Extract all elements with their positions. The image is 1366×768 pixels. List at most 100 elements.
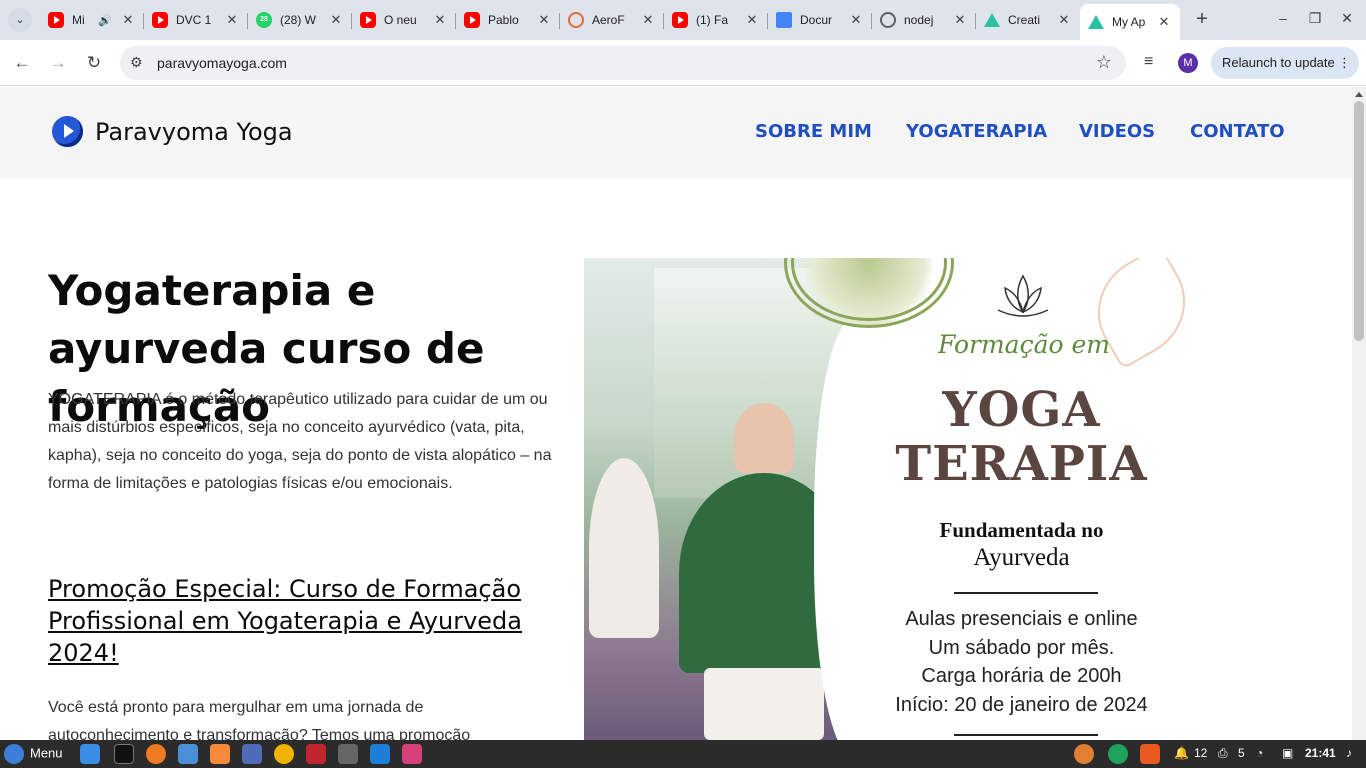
promo-link[interactable]: Promoção Especial: Curso de Formação Pro… (48, 573, 548, 669)
volume-icon[interactable]: ♪ (1346, 746, 1352, 760)
maximize-icon[interactable]: ❐ (1305, 10, 1325, 27)
scrollbar-thumb[interactable] (1354, 101, 1364, 341)
close-tab-icon[interactable]: ✕ (952, 12, 968, 28)
yoga-class-photo (584, 258, 904, 740)
tab-title: Mi (72, 13, 85, 27)
photo-person-head (734, 403, 794, 473)
poster-line: Carga horária de 200h (921, 665, 1122, 687)
wifi-icon[interactable]: ◔ (1256, 746, 1263, 760)
security-tray-icon[interactable] (1140, 744, 1160, 764)
close-tab-icon[interactable]: ✕ (536, 12, 552, 28)
photo-person-pants (704, 668, 824, 740)
image-viewer-icon[interactable] (402, 744, 422, 764)
site-brand[interactable]: Paravyoma Yoga (95, 118, 293, 146)
relaunch-label: Relaunch to update (1222, 55, 1335, 70)
close-window-icon[interactable]: ✕ (1337, 10, 1357, 27)
browser-tab[interactable]: O neu ✕ (352, 6, 456, 34)
scroll-up-arrow-icon[interactable] (1355, 92, 1363, 97)
page-scrollbar[interactable] (1352, 87, 1366, 740)
youtube-icon (48, 12, 64, 28)
bluetooth-icon[interactable] (1108, 744, 1128, 764)
tab-strip: ⌄ Mi 🔊 ✕ DVC 1 ✕ 28 (28) W ✕ O neu ✕ Pab… (0, 0, 1366, 40)
tab-title: Creati (1008, 13, 1041, 27)
address-bar[interactable]: ⚙ paravyomayoga.com ☆ (120, 46, 1126, 80)
printer-icon[interactable]: ⎙ (1218, 746, 1228, 761)
site-header: Paravyoma Yoga SOBRE MIM YOGATERAPIA VID… (0, 87, 1352, 178)
clipboard-icon[interactable]: ▣ (1282, 746, 1293, 760)
youtube-icon (152, 12, 168, 28)
show-desktop-icon[interactable] (80, 744, 100, 764)
profile-avatar[interactable]: M (1178, 53, 1198, 73)
new-tab-button[interactable]: + (1190, 8, 1214, 32)
browser-tab[interactable]: 28 (28) W ✕ (248, 6, 352, 34)
photo-person-left (589, 458, 659, 638)
close-tab-icon[interactable]: ✕ (744, 12, 760, 28)
filezilla-icon[interactable] (306, 744, 326, 764)
update-tray-icon[interactable] (1074, 744, 1094, 764)
close-tab-icon[interactable]: ✕ (432, 12, 448, 28)
nav-sobre-mim[interactable]: SOBRE MIM (755, 121, 872, 142)
browser-tab[interactable]: (1) Fa ✕ (664, 6, 768, 34)
poster-yoga: YOGA (942, 382, 1101, 438)
menu-label: Menu (30, 745, 63, 761)
audio-icon[interactable]: 🔊 (98, 14, 112, 27)
clock[interactable]: 21:41 (1305, 746, 1336, 760)
media-control-icon[interactable]: ≡ (1144, 53, 1153, 71)
site-info-icon[interactable]: ⚙ (130, 54, 143, 71)
tab-title: Docur (800, 13, 833, 27)
browser-tab[interactable]: Docur ✕ (768, 6, 872, 34)
close-tab-icon[interactable]: ✕ (848, 12, 864, 28)
chrome-icon[interactable] (274, 744, 294, 764)
relaunch-button[interactable]: Relaunch to update ⋮ (1211, 47, 1359, 79)
tab-title: My Ap (1112, 15, 1146, 29)
browser-tab[interactable]: Creati ✕ (976, 6, 1080, 34)
youtube-icon (464, 12, 480, 28)
browser-tab[interactable]: Mi 🔊 ✕ (40, 6, 144, 34)
forward-icon[interactable]: → (46, 51, 70, 75)
close-tab-icon[interactable]: ✕ (328, 12, 344, 28)
close-tab-icon[interactable]: ✕ (224, 12, 240, 28)
fedora-icon (4, 744, 24, 764)
close-tab-icon[interactable]: ✕ (640, 12, 656, 28)
browser-tab[interactable]: AeroF ✕ (560, 6, 664, 34)
app-launcher-icon[interactable] (210, 744, 230, 764)
browser-tab-active[interactable]: My Ap ✕ (1080, 4, 1180, 40)
youtube-icon (672, 12, 688, 28)
nav-videos[interactable]: VIDEOS (1079, 121, 1155, 142)
browser-tab[interactable]: Pablo ✕ (456, 6, 560, 34)
poster-formacao: Formação em (938, 330, 1110, 359)
whatsapp-icon: 28 (256, 12, 272, 28)
aero-icon (568, 12, 584, 28)
browser-tab[interactable]: nodej ✕ (872, 6, 976, 34)
mail-icon[interactable] (242, 744, 262, 764)
poster-divider (954, 734, 1098, 736)
poster-line: Início: 20 de janeiro de 2024 (895, 694, 1148, 716)
docs-icon (776, 12, 792, 28)
nav-contato[interactable]: CONTATO (1190, 121, 1285, 142)
close-tab-icon[interactable]: ✕ (1156, 14, 1172, 30)
hero-description: YOGATERAPIA é o método terapêutico utili… (48, 391, 552, 492)
close-tab-icon[interactable]: ✕ (1056, 12, 1072, 28)
start-menu-button[interactable]: Menu (4, 744, 63, 764)
tab-title: (1) Fa (696, 13, 729, 27)
play-logo-icon[interactable] (52, 116, 83, 147)
workspace-icon[interactable] (178, 744, 198, 764)
os-taskbar: Menu 🔔 12 ⎙ 5 ◔ ▣ 21:41 ♪ (0, 740, 1366, 768)
kde-app-icon[interactable] (338, 744, 358, 764)
more-menu-icon[interactable]: ⋮ (1338, 47, 1351, 79)
lotus-icon (997, 274, 1049, 317)
browser-tab[interactable]: DVC 1 ✕ (144, 6, 248, 34)
drawing-app-icon[interactable] (146, 744, 166, 764)
vscode-icon[interactable] (370, 744, 390, 764)
minimize-icon[interactable]: – (1273, 10, 1293, 26)
url-text[interactable]: paravyomayoga.com (157, 55, 287, 71)
poster-line: Aulas presenciais e online (905, 608, 1138, 630)
bookmark-star-icon[interactable]: ☆ (1096, 52, 1112, 73)
nav-yogaterapia[interactable]: YOGATERAPIA (906, 121, 1047, 142)
reload-icon[interactable]: ↻ (82, 51, 106, 75)
close-tab-icon[interactable]: ✕ (120, 12, 136, 28)
notification-icon[interactable]: 🔔 (1174, 746, 1189, 760)
terminal-icon[interactable] (114, 744, 134, 764)
back-icon[interactable]: ← (10, 51, 34, 75)
tab-search-button[interactable]: ⌄ (8, 8, 32, 32)
